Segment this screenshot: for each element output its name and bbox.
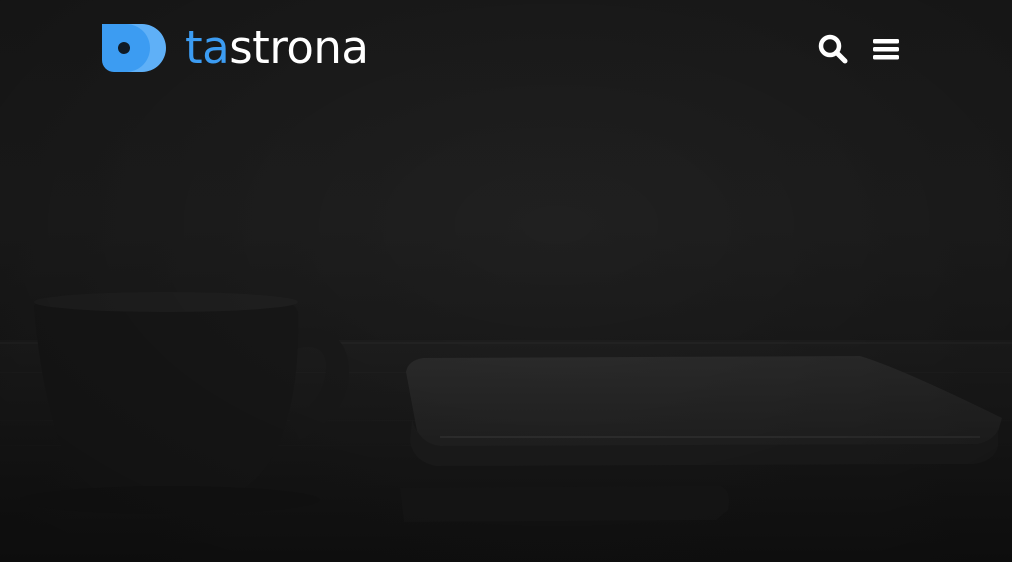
site-logo[interactable]: tastrona [100, 21, 369, 74]
logo-text-accent: ta [185, 21, 230, 74]
logo-mark-icon [102, 24, 166, 72]
site-header: tastrona [0, 0, 1012, 100]
hero-section: tastrona [0, 0, 1012, 562]
hamburger-menu-icon [873, 39, 899, 60]
search-icon [818, 34, 848, 64]
logo-text-rest: strona [229, 21, 369, 74]
search-button[interactable] [817, 33, 849, 65]
menu-button[interactable] [870, 33, 902, 65]
logo-text: tastrona [185, 21, 369, 74]
